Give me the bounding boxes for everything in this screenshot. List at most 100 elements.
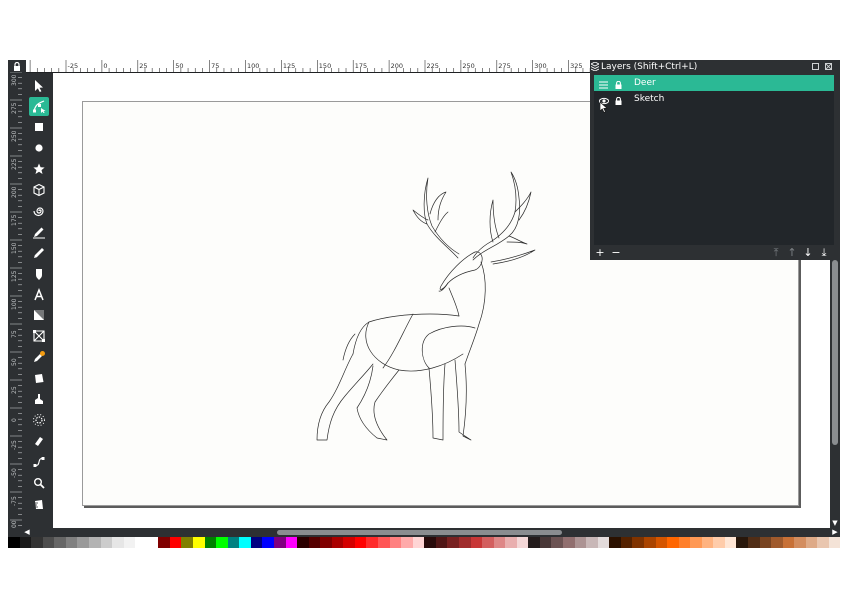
color-swatch[interactable]: [424, 537, 436, 548]
color-swatch[interactable]: [713, 537, 725, 548]
scroll-down-arrow-icon[interactable]: ▼: [830, 518, 840, 528]
layer-name[interactable]: Deer: [634, 75, 656, 91]
color-swatch[interactable]: [794, 537, 806, 548]
color-swatch[interactable]: [366, 537, 378, 548]
color-swatch[interactable]: [19, 537, 32, 548]
color-swatch[interactable]: [828, 537, 840, 548]
connector-tool[interactable]: [29, 452, 49, 471]
color-swatch[interactable]: [42, 537, 55, 548]
layer-lock-icon[interactable]: [615, 95, 622, 111]
color-swatch[interactable]: [100, 537, 113, 548]
dropper-tool[interactable]: [29, 348, 49, 367]
vertical-scroll-thumb[interactable]: [832, 260, 838, 445]
color-swatch[interactable]: [655, 537, 668, 548]
color-swatch[interactable]: [343, 537, 355, 548]
layer-row-sketch[interactable]: Sketch: [594, 91, 834, 113]
color-swatch[interactable]: [586, 537, 598, 548]
eraser-tool[interactable]: [29, 431, 49, 450]
color-swatch[interactable]: [701, 537, 714, 548]
gradient-tool[interactable]: [29, 306, 49, 325]
paint-bucket-tool[interactable]: [29, 369, 49, 388]
color-swatch[interactable]: [643, 537, 656, 548]
node-tool[interactable]: [29, 96, 49, 116]
tweak-tool[interactable]: [29, 390, 49, 409]
layer-name[interactable]: Sketch: [634, 91, 664, 107]
vertical-scrollbar[interactable]: ▼: [830, 260, 840, 528]
color-swatch[interactable]: [805, 537, 818, 548]
color-swatch[interactable]: [273, 537, 286, 548]
color-swatch[interactable]: [667, 537, 679, 548]
color-swatch[interactable]: [493, 537, 506, 548]
color-swatch[interactable]: [123, 537, 136, 548]
color-swatch[interactable]: [65, 537, 78, 548]
rectangle-tool[interactable]: [29, 118, 49, 137]
horizontal-scroll-thumb[interactable]: [277, 530, 562, 535]
3d-box-tool[interactable]: [29, 181, 49, 200]
mesh-tool[interactable]: [29, 327, 49, 346]
color-swatch[interactable]: [308, 537, 321, 548]
color-swatch[interactable]: [528, 537, 540, 548]
color-swatch[interactable]: [412, 537, 425, 548]
color-swatch[interactable]: [817, 537, 829, 548]
measure-tool[interactable]: [29, 494, 49, 513]
color-swatch[interactable]: [458, 537, 471, 548]
color-swatch[interactable]: [782, 537, 795, 548]
color-swatch[interactable]: [216, 537, 228, 548]
raise-layer-button[interactable]: ↑: [786, 247, 798, 258]
color-swatch[interactable]: [771, 537, 783, 548]
calligraphy-tool[interactable]: [29, 264, 49, 283]
color-swatch[interactable]: [597, 537, 610, 548]
lower-layer-button[interactable]: ↓: [802, 247, 814, 258]
layer-list[interactable]: Deer Sketch: [594, 75, 834, 245]
scroll-right-arrow-icon[interactable]: ▶: [830, 528, 840, 537]
color-swatch[interactable]: [435, 537, 448, 548]
color-swatch[interactable]: [482, 537, 494, 548]
color-swatch[interactable]: [31, 537, 43, 548]
ellipse-tool[interactable]: [29, 139, 49, 158]
color-swatch[interactable]: [88, 537, 101, 548]
color-swatch[interactable]: [632, 537, 644, 548]
color-swatch[interactable]: [285, 537, 298, 548]
layer-row-deer[interactable]: Deer: [594, 75, 834, 91]
color-swatch[interactable]: [539, 537, 552, 548]
color-swatch[interactable]: [505, 537, 517, 548]
color-swatch[interactable]: [563, 537, 575, 548]
panel-close-button[interactable]: [825, 63, 832, 70]
color-swatch[interactable]: [401, 537, 413, 548]
pen-tool[interactable]: [29, 222, 49, 241]
horizontal-ruler[interactable]: -25 0 25 50 75 100 125 150 175 200 225 250 275 300 325…: [26, 60, 602, 73]
layer-to-bottom-button[interactable]: ⤓: [818, 247, 830, 258]
scroll-left-arrow-icon[interactable]: ◀: [22, 528, 32, 537]
color-swatch[interactable]: [447, 537, 459, 548]
color-swatch[interactable]: [678, 537, 691, 548]
guide-lock-icon[interactable]: [8, 60, 26, 72]
remove-layer-button[interactable]: −: [610, 247, 622, 258]
horizontal-scrollbar[interactable]: ◀ ▶: [22, 528, 840, 537]
selector-tool[interactable]: [29, 76, 49, 95]
panel-float-button[interactable]: [812, 63, 819, 70]
color-swatch[interactable]: [239, 537, 251, 548]
color-swatch[interactable]: [331, 537, 344, 548]
color-swatch[interactable]: [748, 537, 760, 548]
text-tool[interactable]: [29, 285, 49, 304]
color-swatch[interactable]: [227, 537, 240, 548]
color-swatch[interactable]: [736, 537, 748, 548]
spiral-tool[interactable]: [29, 201, 49, 220]
color-swatch[interactable]: [620, 537, 633, 548]
color-swatch[interactable]: [389, 537, 402, 548]
color-swatch[interactable]: [759, 537, 772, 548]
color-swatch[interactable]: [146, 537, 159, 548]
color-swatch[interactable]: [378, 537, 390, 548]
color-swatch[interactable]: [609, 537, 621, 548]
color-swatch[interactable]: [470, 537, 483, 548]
color-swatch[interactable]: [54, 537, 66, 548]
pencil-tool[interactable]: [29, 243, 49, 262]
color-swatch[interactable]: [262, 537, 274, 548]
color-swatch[interactable]: [724, 537, 737, 548]
color-swatch[interactable]: [574, 537, 587, 548]
layer-to-top-button[interactable]: ⤒: [770, 247, 782, 258]
color-swatch[interactable]: [112, 537, 124, 548]
color-swatch[interactable]: [297, 537, 309, 548]
color-swatch[interactable]: [158, 537, 170, 548]
color-swatch[interactable]: [516, 537, 529, 548]
